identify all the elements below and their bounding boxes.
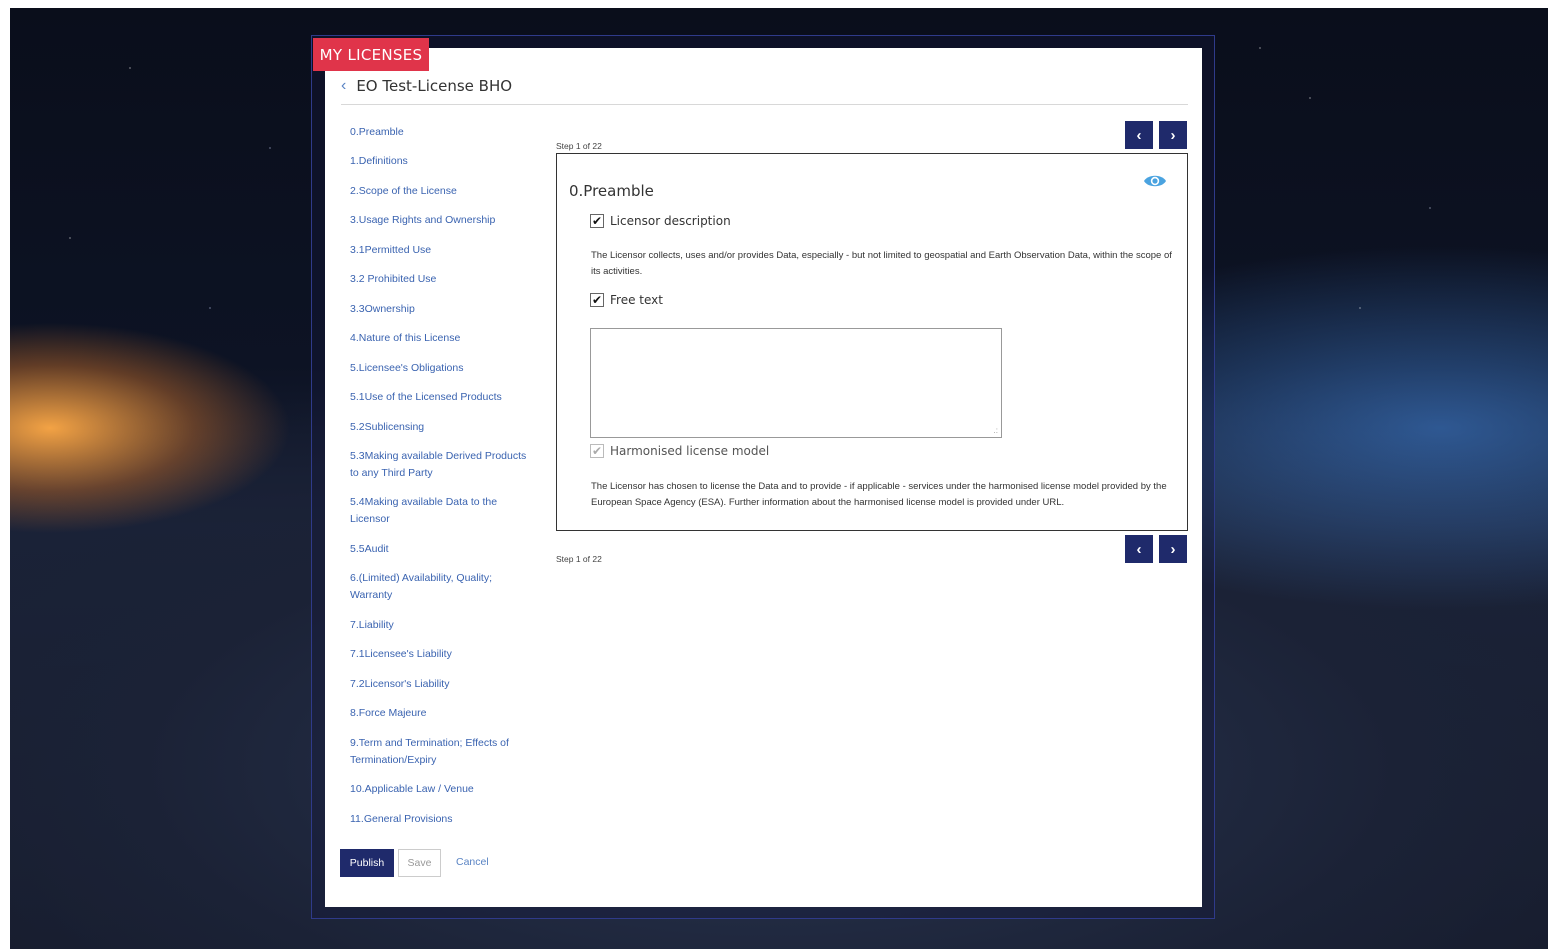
free-text-row: ✔ Free text [590, 293, 663, 307]
cancel-link[interactable]: Cancel [456, 856, 489, 868]
licensor-description-checkbox[interactable]: ✔ [590, 214, 604, 228]
chevron-left-icon: ‹ [1136, 540, 1142, 558]
sidebar-item-scope[interactable]: 2.Scope of the License [350, 183, 530, 200]
chevron-left-icon: ‹ [1136, 126, 1142, 144]
license-title-row: ‹ EO Test-License BHO [341, 75, 512, 97]
harmonised-row: ✔ Harmonised license model [590, 444, 769, 458]
licensor-description-label: Licensor description [610, 214, 731, 228]
sidebar-item-preamble[interactable]: 0.Preamble [350, 124, 530, 141]
free-text-area[interactable]: .: [590, 328, 1002, 438]
chevron-left-icon[interactable]: ‹ [341, 77, 346, 95]
save-button[interactable]: Save [398, 849, 441, 877]
sidebar-item-applicable-law[interactable]: 10.Applicable Law / Venue [350, 781, 530, 798]
sidebar-item-nature[interactable]: 4.Nature of this License [350, 330, 530, 347]
divider [341, 104, 1188, 105]
sidebar-item-availability-warranty[interactable]: 6.(Limited) Availability, Quality; Warra… [350, 570, 530, 603]
licensor-description-text: The Licensor collects, uses and/or provi… [591, 250, 1172, 277]
prev-step-button-bottom[interactable]: ‹ [1125, 535, 1153, 563]
my-licenses-tag: MY LICENSES [313, 38, 429, 71]
eye-icon[interactable] [1143, 172, 1167, 190]
sidebar-item-ownership[interactable]: 3.3Ownership [350, 301, 530, 318]
sidebar-item-sublicensing[interactable]: 5.2Sublicensing [350, 419, 530, 436]
sidebar-item-force-majeure[interactable]: 8.Force Majeure [350, 705, 530, 722]
chevron-right-icon: › [1170, 126, 1176, 144]
sidebar-item-definitions[interactable]: 1.Definitions [350, 153, 530, 170]
page-title: EO Test-License BHO [356, 77, 513, 95]
sidebar-item-usage-rights[interactable]: 3.Usage Rights and Ownership [350, 212, 530, 229]
sidebar-item-data-to-licensor[interactable]: 5.4Making available Data to the Licensor [350, 494, 530, 527]
sidebar-item-licensee-liability[interactable]: 7.1Licensee's Liability [350, 646, 530, 663]
prev-step-button-top[interactable]: ‹ [1125, 121, 1153, 149]
sidebar-item-licensee-obligations[interactable]: 5.Licensee's Obligations [350, 360, 530, 377]
sidebar-item-general-provisions[interactable]: 11.General Provisions [350, 811, 530, 828]
sidebar-item-audit[interactable]: 5.5Audit [350, 541, 530, 558]
sidebar-item-licensor-liability[interactable]: 7.2Licensor's Liability [350, 676, 530, 693]
step-label-bottom: Step 1 of 22 [556, 554, 602, 564]
sidebar-item-derived-products[interactable]: 5.3Making available Derived Products to … [350, 448, 530, 481]
sidebar-item-termination[interactable]: 9.Term and Termination; Effects of Termi… [350, 735, 530, 768]
next-step-button-top[interactable]: › [1159, 121, 1187, 149]
free-text-checkbox[interactable]: ✔ [590, 293, 604, 307]
resize-grip-icon[interactable]: .: [994, 426, 998, 435]
chevron-right-icon: › [1170, 540, 1176, 558]
sidebar-item-liability[interactable]: 7.Liability [350, 617, 530, 634]
harmonised-label: Harmonised license model [610, 444, 770, 458]
next-step-button-bottom[interactable]: › [1159, 535, 1187, 563]
sidebar-item-prohibited-use[interactable]: 3.2 Prohibited Use [350, 271, 530, 288]
free-text-label: Free text [610, 293, 663, 307]
harmonised-checkbox: ✔ [590, 444, 604, 458]
licensor-description-row: ✔ Licensor description [590, 214, 731, 228]
publish-button[interactable]: Publish [340, 849, 394, 877]
content-box: 0.Preamble ✔ Licensor description The Li… [556, 153, 1188, 531]
section-title: 0.Preamble [569, 182, 654, 200]
harmonised-text: The Licensor has chosen to license the D… [591, 481, 1167, 508]
sidebar-item-permitted-use[interactable]: 3.1Permitted Use [350, 242, 530, 259]
step-label-top: Step 1 of 22 [556, 141, 602, 151]
sidebar-item-use-licensed-products[interactable]: 5.1Use of the Licensed Products [350, 389, 530, 406]
